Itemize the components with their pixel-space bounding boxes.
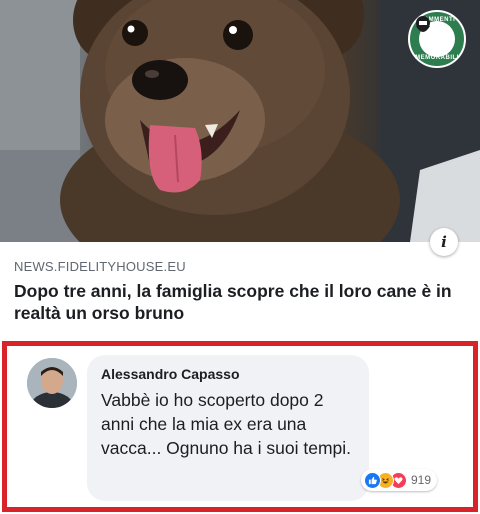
like-icon	[364, 471, 381, 489]
badge-bottom-text: MEMORABILI	[415, 55, 459, 61]
bearded-face-icon	[416, 16, 455, 57]
highlighted-comment-frame: Alessandro Capasso Vabbè io ho scoperto …	[2, 341, 478, 512]
reactions-summary[interactable]: 919	[361, 469, 438, 491]
link-headline[interactable]: Dopo tre anni, la famiglia scopre che il…	[14, 280, 464, 324]
comment-author[interactable]: Alessandro Capasso	[101, 366, 355, 382]
link-caption[interactable]: NEWS.FIDELITYHOUSE.EU Dopo tre anni, la …	[14, 259, 464, 324]
avatar[interactable]	[27, 358, 77, 408]
link-domain: NEWS.FIDELITYHOUSE.EU	[14, 259, 186, 274]
comment-text: Vabbè io ho scoperto dopo 2 anni che la …	[101, 390, 351, 458]
link-preview-image[interactable]: COMMENTI MEMORABILI	[0, 0, 480, 242]
comment-bubble: Alessandro Capasso Vabbè io ho scoperto …	[87, 355, 369, 501]
reaction-count: 919	[411, 473, 432, 487]
user-photo-icon	[27, 358, 77, 408]
info-icon-button[interactable]: i	[430, 228, 458, 256]
commenti-memorabili-logo: COMMENTI MEMORABILI	[408, 10, 466, 68]
